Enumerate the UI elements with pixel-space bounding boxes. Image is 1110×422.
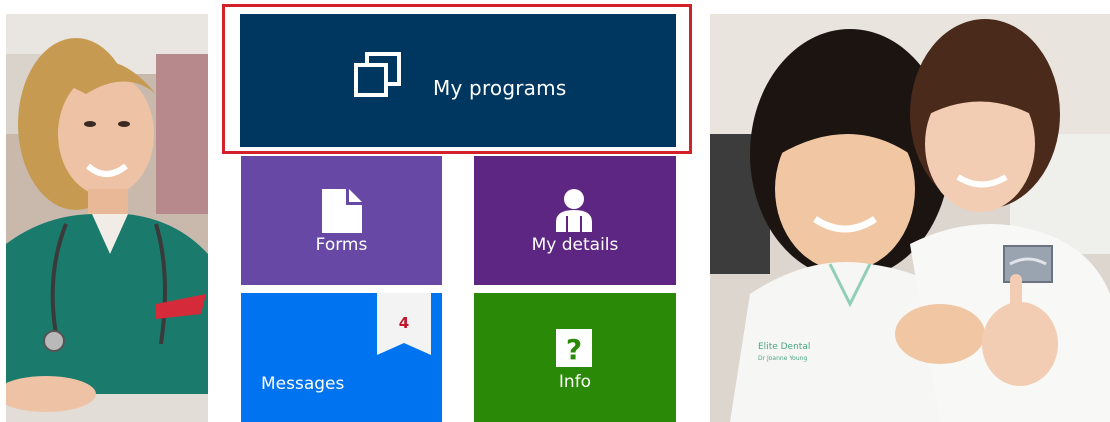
forms-label: Forms — [315, 235, 368, 255]
messages-tile[interactable]: 4 Messages — [241, 293, 442, 422]
nurse-photo — [6, 14, 208, 422]
uniform-name: Dr Joanne Young — [758, 355, 807, 362]
my-programs-label: My programs — [433, 76, 567, 100]
uniform-text: Elite Dental — [758, 342, 810, 352]
ribbon-badge-icon: 4 — [377, 293, 431, 355]
my-details-tile[interactable]: My details — [474, 156, 676, 285]
messages-label: Messages — [261, 374, 345, 394]
dental-students-photo: Elite Dental Dr Joanne Young — [710, 14, 1110, 422]
person-icon — [554, 188, 594, 236]
unread-count-badge: 4 — [398, 314, 410, 332]
document-icon — [322, 189, 362, 237]
info-tile[interactable]: ? Info — [474, 293, 676, 422]
my-details-label: My details — [531, 235, 619, 255]
svg-text:?: ? — [566, 333, 582, 366]
forms-tile[interactable]: Forms — [241, 156, 442, 285]
question-icon: ? — [556, 329, 592, 371]
my-programs-tile[interactable]: My programs — [240, 14, 676, 147]
copy-windows-icon — [353, 51, 403, 103]
dashboard-page: My programs Forms My details 4 Messages … — [0, 0, 1110, 422]
info-label: Info — [558, 372, 592, 392]
